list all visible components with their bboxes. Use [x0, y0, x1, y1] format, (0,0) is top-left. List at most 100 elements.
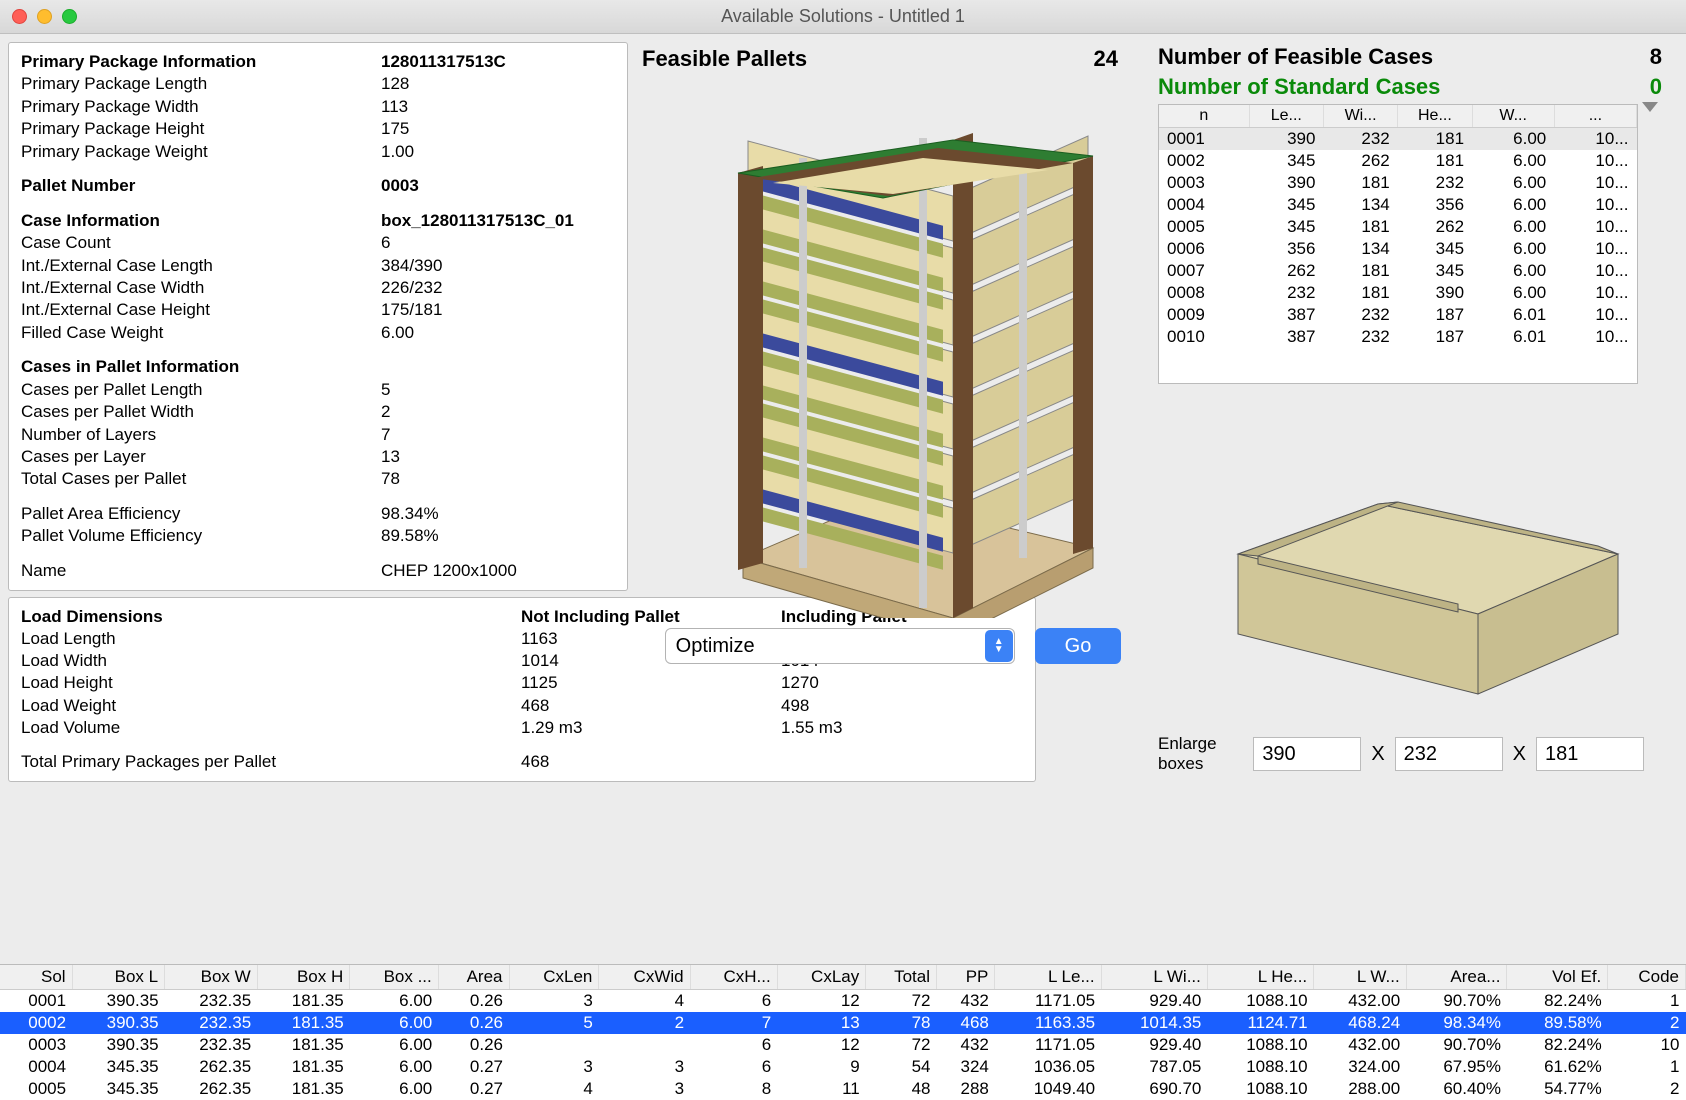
table-row[interactable]: 00033901812326.0010... — [1159, 172, 1637, 194]
feasible-cases-value: 8 — [1650, 44, 1662, 70]
area-eff: 98.34% — [381, 503, 439, 525]
table-row[interactable]: 00072621813456.0010... — [1159, 260, 1637, 282]
sol-col-header[interactable]: CxLay — [777, 965, 866, 990]
sol-col-header[interactable]: PP — [937, 965, 995, 990]
pkg-length-label: Primary Package Length — [21, 73, 381, 95]
optimize-select[interactable]: Optimize — [665, 628, 1015, 664]
pallet-3d-icon — [653, 78, 1133, 618]
layers-label: Number of Layers — [21, 424, 381, 446]
table-row[interactable]: 0002390.35232.35181.356.000.265271378468… — [0, 1012, 1686, 1034]
titlebar: Available Solutions - Untitled 1 — [0, 0, 1686, 34]
pkg-weight-label: Primary Package Weight — [21, 141, 381, 163]
load-row-label: Load Weight — [21, 695, 521, 717]
sol-col-header[interactable]: Area — [438, 965, 509, 990]
window-title: Available Solutions - Untitled 1 — [0, 6, 1686, 27]
sol-col-header[interactable]: CxWid — [599, 965, 690, 990]
table-row[interactable]: 00053451812626.0010... — [1159, 216, 1637, 238]
case-len-label: Int./External Case Length — [21, 255, 381, 277]
go-button[interactable]: Go — [1035, 628, 1122, 664]
cpl: 5 — [381, 379, 390, 401]
cpw-label: Cases per Pallet Width — [21, 401, 381, 423]
vol-eff: 89.58% — [381, 525, 439, 547]
cplyr: 13 — [381, 446, 400, 468]
feasible-pallets-label: Feasible Pallets — [642, 46, 807, 72]
table-row[interactable]: 0001390.35232.35181.356.000.263461272432… — [0, 990, 1686, 1013]
cpl-label: Cases per Pallet Length — [21, 379, 381, 401]
case-count-label: Case Count — [21, 232, 381, 254]
enlarge-length-input[interactable] — [1253, 737, 1361, 771]
enlarge-height-input[interactable] — [1536, 737, 1644, 771]
table-row[interactable]: 0005345.35262.35181.356.000.274381148288… — [0, 1078, 1686, 1100]
case-wgt: 6.00 — [381, 322, 414, 344]
package-info-panel: Primary Package Information128011317513C… — [8, 42, 628, 591]
solutions-table[interactable]: SolBox LBox WBox HBox ...AreaCxLenCxWidC… — [0, 964, 1686, 1100]
cases-col-header[interactable]: ... — [1554, 105, 1636, 128]
pkg-height: 175 — [381, 118, 409, 140]
load-row-label: Load Height — [21, 672, 521, 694]
sol-col-header[interactable]: CxH... — [690, 965, 777, 990]
sol-col-header[interactable]: Sol — [0, 965, 72, 990]
table-row[interactable]: 0004345.35262.35181.356.000.273369543241… — [0, 1056, 1686, 1078]
table-row[interactable]: 00093872321876.0110... — [1159, 304, 1637, 326]
sol-col-header[interactable]: Box W — [165, 965, 258, 990]
load-heading: Load Dimensions — [21, 606, 521, 628]
area-eff-label: Pallet Area Efficiency — [21, 503, 381, 525]
case-hgt-label: Int./External Case Height — [21, 299, 381, 321]
table-row[interactable]: 0003390.35232.35181.356.000.266127243211… — [0, 1034, 1686, 1056]
table-row[interactable]: 00043451343566.0010... — [1159, 194, 1637, 216]
case-count: 6 — [381, 232, 390, 254]
total-cases: 78 — [381, 468, 400, 490]
x-sep-1: X — [1371, 743, 1384, 766]
pkg-width-label: Primary Package Width — [21, 96, 381, 118]
pkg-weight: 1.00 — [381, 141, 414, 163]
cases-col-header[interactable]: Le... — [1249, 105, 1323, 128]
cases-table[interactable]: nLe...Wi...He...W......00013902321816.00… — [1158, 104, 1638, 384]
pkg-height-label: Primary Package Height — [21, 118, 381, 140]
case-wgt-label: Filled Case Weight — [21, 322, 381, 344]
cases-col-header[interactable]: n — [1159, 105, 1249, 128]
case-info-heading: Case Information — [21, 210, 381, 232]
x-sep-2: X — [1513, 743, 1526, 766]
sol-col-header[interactable]: Total — [866, 965, 937, 990]
pallet-number-label: Pallet Number — [21, 175, 381, 197]
sol-col-header[interactable]: Area... — [1406, 965, 1507, 990]
sol-col-header[interactable]: L He... — [1207, 965, 1313, 990]
vol-eff-label: Pallet Volume Efficiency — [21, 525, 381, 547]
load-row-label: Load Width — [21, 650, 521, 672]
case-len: 384/390 — [381, 255, 442, 277]
standard-cases-value: 0 — [1650, 74, 1662, 100]
box-3d-icon — [1198, 434, 1638, 714]
table-row[interactable]: 00023452621816.0010... — [1159, 150, 1637, 172]
case-hgt: 175/181 — [381, 299, 442, 321]
cases-col-header[interactable]: W... — [1472, 105, 1554, 128]
sol-col-header[interactable]: Box ... — [350, 965, 439, 990]
standard-cases-label: Number of Standard Cases — [1158, 74, 1440, 100]
pkg-width: 113 — [381, 96, 408, 118]
case-wid: 226/232 — [381, 277, 442, 299]
sol-col-header[interactable]: Box L — [72, 965, 165, 990]
sol-col-header[interactable]: Code — [1608, 965, 1686, 990]
package-info-heading: Primary Package Information — [21, 51, 381, 73]
sol-col-header[interactable]: L Wi... — [1101, 965, 1207, 990]
sol-col-header[interactable]: Box H — [257, 965, 350, 990]
load-row-label: Load Length — [21, 628, 521, 650]
table-row[interactable]: 00063561343456.0010... — [1159, 238, 1637, 260]
pallet-number: 0003 — [381, 175, 419, 197]
sol-col-header[interactable]: Vol Ef. — [1507, 965, 1608, 990]
table-row[interactable]: 00082321813906.0010... — [1159, 282, 1637, 304]
cplyr-label: Cases per Layer — [21, 446, 381, 468]
feasible-cases-label: Number of Feasible Cases — [1158, 44, 1433, 70]
case-wid-label: Int./External Case Width — [21, 277, 381, 299]
table-row[interactable]: 00013902321816.0010... — [1159, 128, 1637, 151]
sol-col-header[interactable]: L Le... — [995, 965, 1101, 990]
cases-col-header[interactable]: He... — [1398, 105, 1472, 128]
total-cases-label: Total Cases per Pallet — [21, 468, 381, 490]
sol-col-header[interactable]: CxLen — [509, 965, 599, 990]
cases-col-header[interactable]: Wi... — [1323, 105, 1397, 128]
enlarge-label: Enlarge boxes — [1158, 734, 1243, 774]
layers: 7 — [381, 424, 390, 446]
table-row[interactable]: 00103872321876.0110... — [1159, 326, 1637, 348]
chevron-down-icon[interactable] — [1642, 102, 1658, 112]
enlarge-width-input[interactable] — [1395, 737, 1503, 771]
sol-col-header[interactable]: L W... — [1314, 965, 1407, 990]
